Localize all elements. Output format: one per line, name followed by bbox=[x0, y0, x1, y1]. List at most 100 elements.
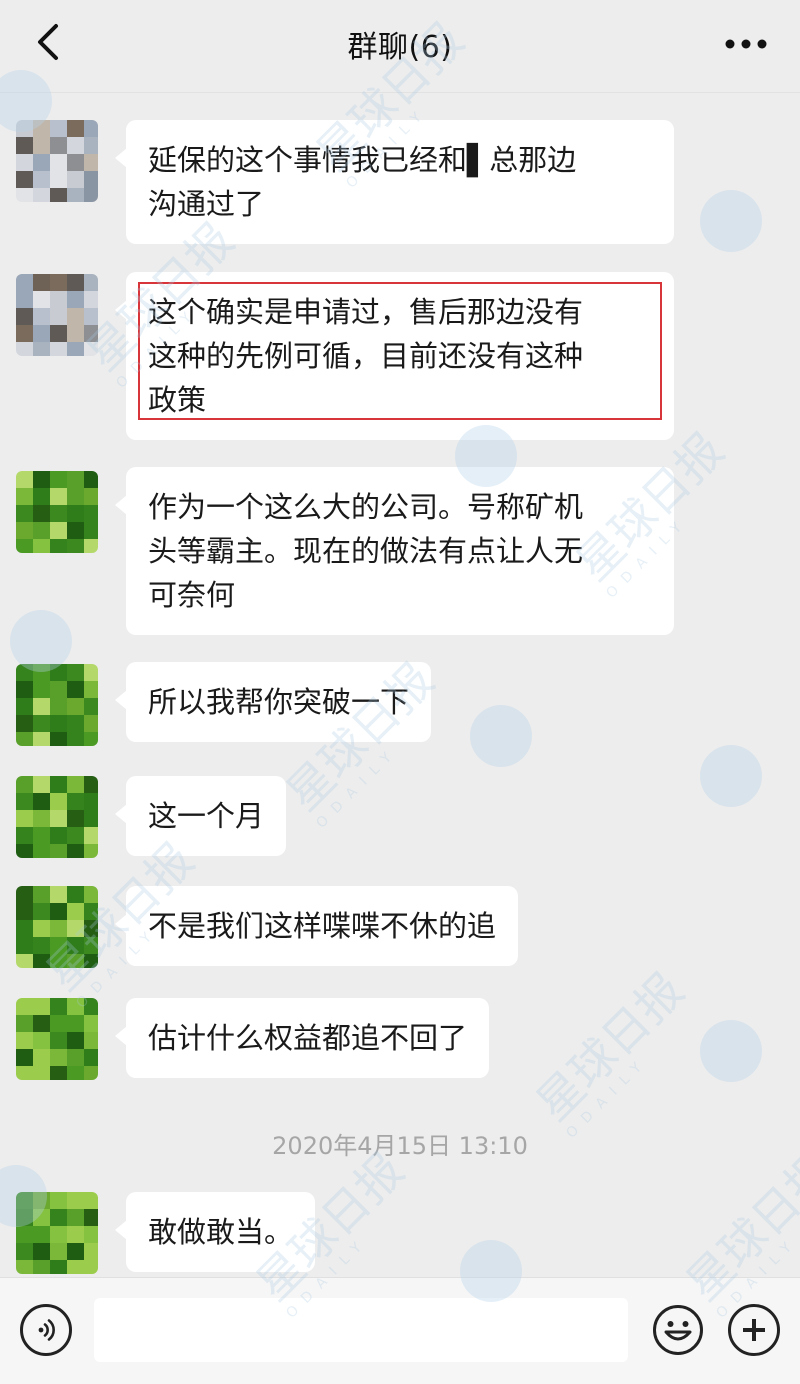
avatar-pixel bbox=[50, 776, 67, 793]
avatar-pixel bbox=[16, 810, 33, 827]
voice-button[interactable] bbox=[20, 1304, 72, 1356]
avatar-pixel bbox=[50, 308, 67, 325]
input-bar bbox=[0, 1277, 800, 1384]
avatar-pixel bbox=[50, 539, 67, 553]
message-line: 头等霸主。现在的做法有点让人无 bbox=[148, 534, 584, 568]
avatar-pixel bbox=[50, 325, 67, 342]
avatar-pixel bbox=[16, 793, 33, 810]
message-line: 作为一个这么大的公司。号称矿机 bbox=[148, 490, 584, 524]
avatar-pixel bbox=[67, 488, 84, 505]
avatar-pixel bbox=[67, 810, 84, 827]
avatar[interactable] bbox=[16, 1192, 98, 1274]
avatar-pixel bbox=[16, 827, 33, 844]
avatar-pixel bbox=[33, 920, 50, 937]
avatar-pixel bbox=[84, 325, 98, 342]
avatar-pixel bbox=[16, 291, 33, 308]
message-line: 估计什么权益都追不回了 bbox=[148, 1021, 468, 1055]
avatar-pixel bbox=[50, 664, 67, 681]
avatar-pixel bbox=[33, 488, 50, 505]
message-input[interactable] bbox=[94, 1298, 628, 1362]
avatar-pixel bbox=[67, 954, 84, 968]
avatar-pixel bbox=[84, 1192, 98, 1209]
message-list[interactable]: 延保的这个事情我已经和▌总那边 沟通过了 这个确实是申请过，售后那边没有 这种的… bbox=[0, 92, 800, 1277]
avatar-pixel bbox=[50, 1049, 67, 1066]
message-line: 不是我们这样喋喋不休的追 bbox=[148, 909, 497, 943]
avatar-pixel bbox=[33, 137, 50, 154]
avatar-pixel bbox=[84, 698, 98, 715]
avatar-pixel bbox=[33, 171, 50, 188]
message-bubble[interactable]: 所以我帮你突破一下 bbox=[114, 662, 432, 742]
avatar-pixel bbox=[33, 291, 50, 308]
avatar-pixel bbox=[67, 188, 84, 202]
message-line: 可奈何 bbox=[148, 578, 236, 612]
avatar-pixel bbox=[84, 308, 98, 325]
avatar-pixel bbox=[33, 937, 50, 954]
emoji-button[interactable] bbox=[652, 1304, 704, 1356]
avatar-pixel bbox=[50, 903, 67, 920]
avatar-pixel bbox=[33, 1226, 50, 1243]
message-bubble[interactable]: 这个确实是申请过，售后那边没有 这种的先例可循，目前还没有这种 政策 bbox=[115, 272, 674, 440]
avatar-pixel bbox=[84, 1209, 98, 1226]
avatar-pixel bbox=[33, 844, 50, 858]
more-button[interactable] bbox=[722, 28, 770, 60]
avatar-pixel bbox=[67, 325, 84, 342]
avatar-pixel bbox=[33, 776, 50, 793]
avatar-pixel bbox=[67, 827, 84, 844]
avatar-pixel bbox=[50, 1015, 67, 1032]
avatar-pixel bbox=[84, 810, 98, 827]
avatar[interactable] bbox=[16, 998, 98, 1080]
avatar-pixel bbox=[16, 308, 33, 325]
avatar-pixel bbox=[33, 664, 50, 681]
avatar-pixel bbox=[50, 1243, 67, 1260]
avatar[interactable] bbox=[16, 886, 98, 968]
avatar-pixel bbox=[84, 886, 98, 903]
plus-button[interactable] bbox=[728, 1304, 780, 1356]
avatar-pixel bbox=[84, 664, 98, 681]
avatar-pixel bbox=[50, 274, 67, 291]
avatar-pixel bbox=[16, 1049, 33, 1066]
avatar-pixel bbox=[16, 539, 33, 553]
avatar-pixel bbox=[16, 274, 33, 291]
avatar-pixel bbox=[67, 291, 84, 308]
avatar-pixel bbox=[33, 886, 50, 903]
message-bubble[interactable]: 敢做敢当。 bbox=[114, 1192, 316, 1272]
avatar-pixel bbox=[67, 137, 84, 154]
avatar-pixel bbox=[67, 1226, 84, 1243]
avatar-pixel bbox=[33, 154, 50, 171]
avatar-pixel bbox=[50, 681, 67, 698]
avatar[interactable] bbox=[16, 664, 98, 746]
avatar-pixel bbox=[16, 1032, 33, 1049]
avatar-pixel bbox=[67, 920, 84, 937]
avatar-pixel bbox=[33, 539, 50, 553]
message-bubble[interactable]: 这一个月 bbox=[114, 776, 287, 856]
avatar[interactable] bbox=[16, 120, 98, 202]
avatar-pixel bbox=[16, 732, 33, 746]
avatar-pixel bbox=[16, 1015, 33, 1032]
avatar-pixel bbox=[84, 954, 98, 968]
avatar[interactable] bbox=[16, 471, 98, 553]
avatar-pixel bbox=[50, 1226, 67, 1243]
avatar-pixel bbox=[16, 1209, 33, 1226]
avatar-pixel bbox=[84, 291, 98, 308]
avatar-pixel bbox=[16, 342, 33, 356]
avatar-pixel bbox=[84, 1032, 98, 1049]
message-bubble[interactable]: 估计什么权益都追不回了 bbox=[114, 998, 490, 1078]
avatar-pixel bbox=[84, 681, 98, 698]
avatar-pixel bbox=[33, 505, 50, 522]
avatar-pixel bbox=[50, 137, 67, 154]
avatar-pixel bbox=[84, 1243, 98, 1260]
avatar[interactable] bbox=[16, 776, 98, 858]
avatar-pixel bbox=[67, 681, 84, 698]
message-bubble[interactable]: 不是我们这样喋喋不休的追 bbox=[114, 886, 519, 966]
avatar-pixel bbox=[16, 1260, 33, 1274]
avatar-pixel bbox=[16, 998, 33, 1015]
avatar-pixel bbox=[50, 1192, 67, 1209]
avatar-pixel bbox=[33, 1209, 50, 1226]
avatar[interactable] bbox=[16, 274, 98, 356]
message-bubble[interactable]: 作为一个这么大的公司。号称矿机 头等霸主。现在的做法有点让人无 可奈何 bbox=[115, 467, 674, 635]
avatar-pixel bbox=[50, 505, 67, 522]
avatar-pixel bbox=[50, 1260, 67, 1274]
avatar-pixel bbox=[67, 1192, 84, 1209]
avatar-pixel bbox=[84, 505, 98, 522]
message-bubble[interactable]: 延保的这个事情我已经和▌总那边 沟通过了 bbox=[115, 120, 674, 244]
